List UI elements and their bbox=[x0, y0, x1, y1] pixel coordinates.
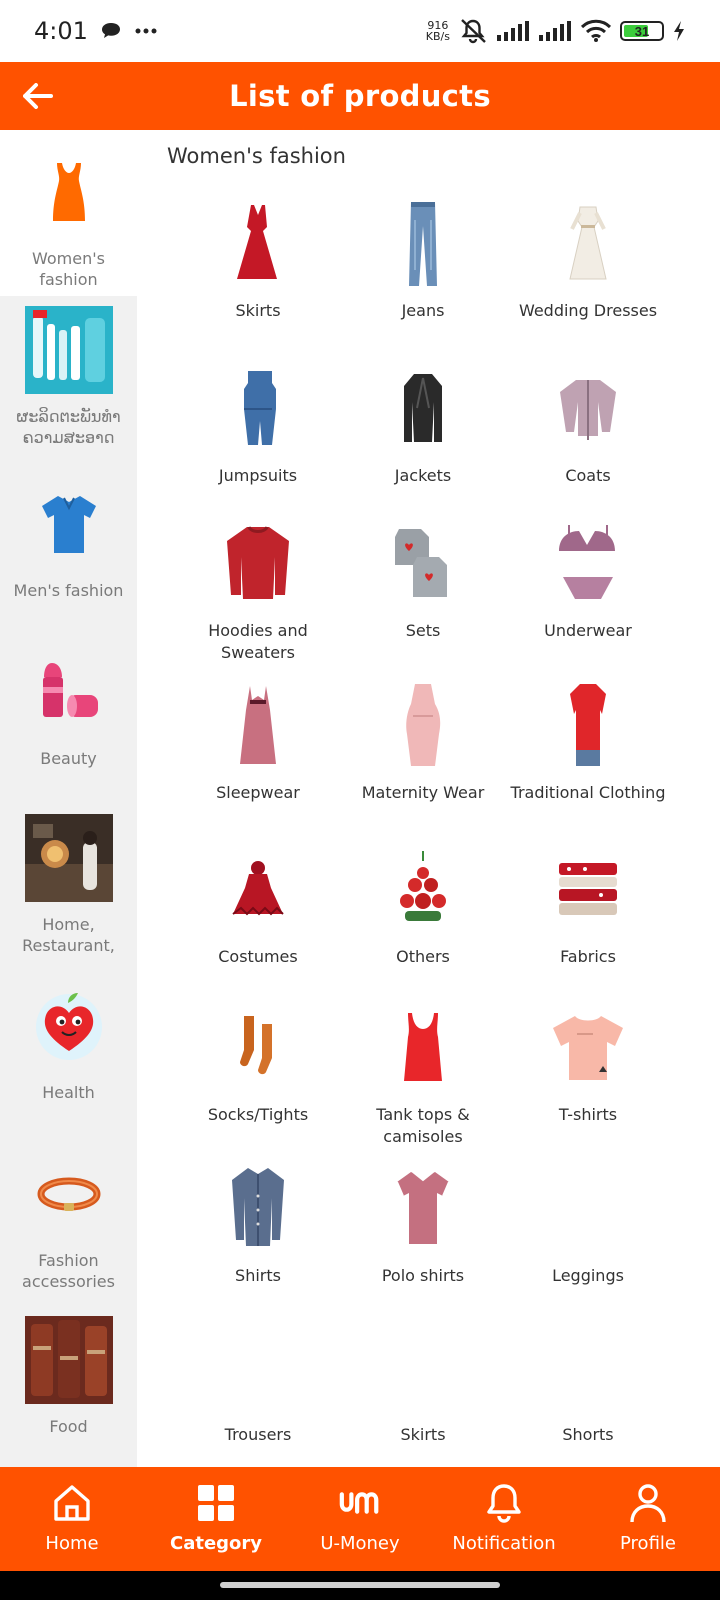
category-maternity-wear[interactable]: Maternity Wear bbox=[340, 680, 506, 804]
heart-mascot-icon bbox=[25, 982, 113, 1070]
costume-dress-icon bbox=[208, 844, 308, 934]
socks-icon bbox=[208, 1002, 308, 1092]
category-wedding-dresses[interactable]: Wedding Dresses bbox=[505, 198, 671, 322]
category-underwear[interactable]: Underwear bbox=[505, 518, 671, 642]
category-socks-tights[interactable]: Socks/Tights bbox=[175, 1002, 341, 1126]
skirts-image-placeholder bbox=[373, 1322, 473, 1412]
sidebar-item-beauty[interactable]: Beauty bbox=[0, 648, 137, 814]
signal-icon-2 bbox=[539, 21, 571, 41]
status-bar: 4:01 916 KB/s 31 bbox=[0, 0, 720, 62]
nightgown-icon bbox=[208, 680, 308, 770]
shorts-image-placeholder bbox=[538, 1322, 638, 1412]
nav-category[interactable]: Category bbox=[144, 1467, 288, 1571]
sidebar-item-health[interactable]: Health bbox=[0, 982, 137, 1148]
leggings-image-placeholder bbox=[538, 1163, 638, 1253]
category-shorts[interactable]: Shorts bbox=[505, 1322, 671, 1446]
sidebar-item-home-restaurant-hotel[interactable]: Home, Restaurant, Hotel bbox=[0, 814, 137, 982]
cardigan-icon bbox=[538, 363, 638, 453]
nav-home[interactable]: Home bbox=[0, 1467, 144, 1571]
umoney-icon bbox=[338, 1481, 382, 1525]
category-sleepwear[interactable]: Sleepwear bbox=[175, 680, 341, 804]
category-fabrics[interactable]: Fabrics bbox=[505, 844, 671, 968]
denim-shirt-icon bbox=[208, 1163, 308, 1253]
nav-profile[interactable]: Profile bbox=[576, 1467, 720, 1571]
category-sets[interactable]: Sets bbox=[340, 518, 506, 642]
pink-polo-icon bbox=[373, 1163, 473, 1253]
back-button[interactable] bbox=[18, 76, 58, 116]
signal-icon bbox=[497, 21, 529, 41]
app-header: List of products bbox=[0, 62, 720, 130]
chat-bubble-icon bbox=[101, 23, 120, 38]
jumpsuit-icon bbox=[208, 363, 308, 453]
jacket-icon bbox=[373, 363, 473, 453]
traditional-dress-icon bbox=[538, 680, 638, 770]
tank-top-icon bbox=[25, 148, 113, 236]
category-coats[interactable]: Coats bbox=[505, 363, 671, 487]
jeans-icon bbox=[373, 198, 473, 288]
trousers-image-placeholder bbox=[208, 1322, 308, 1412]
strawberry-tree-icon bbox=[373, 844, 473, 934]
red-dress-icon bbox=[208, 198, 308, 288]
sidebar-item-womens-fashion[interactable]: Women's fashion bbox=[0, 130, 137, 296]
lipstick-icon bbox=[25, 648, 113, 736]
category-jumpsuits[interactable]: Jumpsuits bbox=[175, 363, 341, 487]
polo-shirt-icon bbox=[25, 480, 113, 568]
category-leggings[interactable]: Leggings bbox=[505, 1163, 671, 1287]
home-indicator[interactable] bbox=[220, 1582, 500, 1588]
category-hoodies-sweaters[interactable]: Hoodies and Sweaters bbox=[175, 518, 341, 664]
t-shirt-icon bbox=[538, 1002, 638, 1092]
charging-icon bbox=[674, 21, 684, 41]
sidebar-item-cleaning-products[interactable]: ຜະລິດຕະພັນທຳຄວາມສະອາດພາຍ... bbox=[0, 306, 137, 472]
category-others[interactable]: Others bbox=[340, 844, 506, 968]
category-sidebar[interactable]: Women's fashion ຜະລິດຕະພັນທຳຄວາມສະອາດພາຍ… bbox=[0, 130, 137, 1467]
category-shirts[interactable]: Shirts bbox=[175, 1163, 341, 1287]
category-costumes[interactable]: Costumes bbox=[175, 844, 341, 968]
category-skirts-2[interactable]: Skirts bbox=[340, 1322, 506, 1446]
tank-top-icon bbox=[373, 1002, 473, 1092]
couple-sweatshirts-icon bbox=[373, 518, 473, 608]
arrow-left-icon bbox=[23, 83, 53, 109]
wedding-dress-icon bbox=[538, 198, 638, 288]
maternity-dress-icon bbox=[373, 680, 473, 770]
category-t-shirts[interactable]: T-shirts bbox=[505, 1002, 671, 1126]
category-jackets[interactable]: Jackets bbox=[340, 363, 506, 487]
category-tank-tops[interactable]: Tank tops & camisoles bbox=[340, 1002, 506, 1148]
sweater-icon bbox=[208, 518, 308, 608]
section-title: Women's fashion bbox=[167, 144, 346, 168]
dried-meat-image bbox=[24, 1316, 113, 1404]
bell-icon bbox=[482, 1481, 526, 1525]
category-skirts[interactable]: Skirts bbox=[175, 198, 341, 322]
nav-u-money[interactable]: U-Money bbox=[288, 1467, 432, 1571]
category-traditional-clothing[interactable]: Traditional Clothing bbox=[505, 680, 671, 804]
bottom-navigation: Home Category U-Money Notification Profi… bbox=[0, 1467, 720, 1571]
battery-icon: 31 bbox=[620, 21, 664, 41]
network-speed: 916 KB/s bbox=[425, 19, 450, 43]
restaurant-photo bbox=[24, 814, 113, 902]
bracelet-icon bbox=[25, 1150, 113, 1238]
page-title: List of products bbox=[229, 79, 491, 113]
more-dots-icon bbox=[135, 28, 157, 34]
user-icon bbox=[626, 1481, 670, 1525]
oral-care-products-image bbox=[24, 306, 113, 394]
grid-icon bbox=[194, 1481, 238, 1525]
home-icon bbox=[50, 1481, 94, 1525]
wifi-icon bbox=[580, 19, 612, 42]
sidebar-item-fashion-accessories[interactable]: Fashion accessories bbox=[0, 1150, 137, 1316]
lingerie-icon bbox=[538, 518, 638, 608]
status-time: 4:01 bbox=[34, 17, 88, 45]
nav-notification[interactable]: Notification bbox=[432, 1467, 576, 1571]
category-trousers[interactable]: Trousers bbox=[175, 1322, 341, 1446]
product-category-panel: Women's fashion Skirts Jeans Wedding Dre… bbox=[137, 130, 720, 1467]
system-nav-bar bbox=[0, 1571, 720, 1600]
category-jeans[interactable]: Jeans bbox=[340, 198, 506, 322]
sidebar-item-food[interactable]: Food bbox=[0, 1316, 137, 1467]
category-polo-shirts[interactable]: Polo shirts bbox=[340, 1163, 506, 1287]
fabrics-icon bbox=[538, 844, 638, 934]
sidebar-item-mens-fashion[interactable]: Men's fashion bbox=[0, 480, 137, 646]
bell-muted-icon bbox=[461, 19, 486, 44]
